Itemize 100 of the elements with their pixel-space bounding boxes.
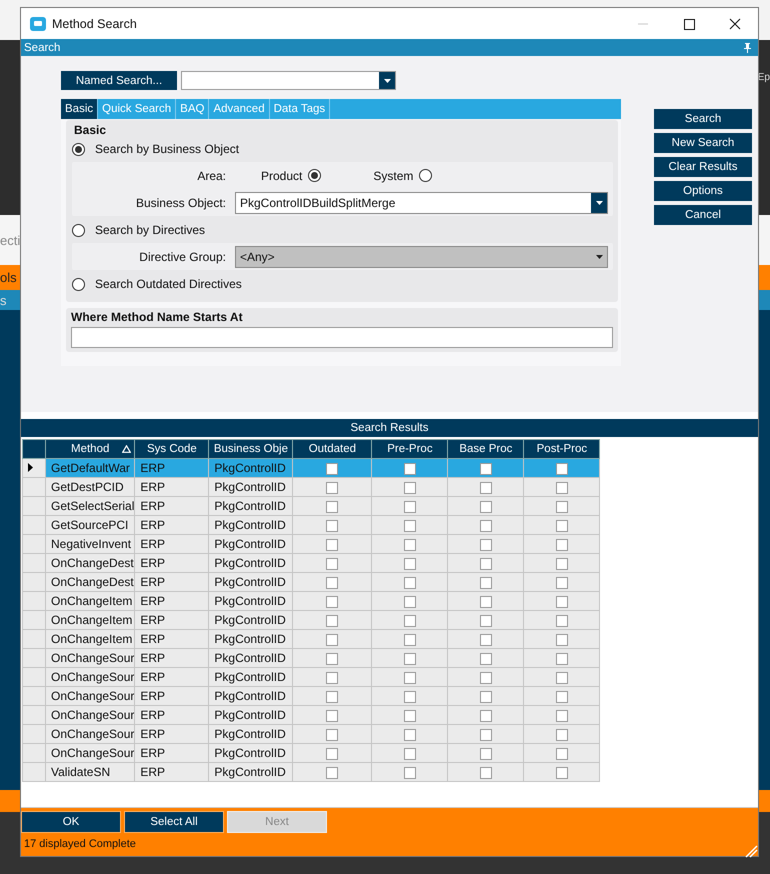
- table-row[interactable]: ValidateSN ERP PkgControlID: [22, 762, 600, 782]
- checkbox[interactable]: [404, 766, 416, 779]
- checkbox[interactable]: [480, 728, 492, 741]
- pin-icon[interactable]: [743, 42, 752, 52]
- checkbox[interactable]: [404, 672, 416, 684]
- checkbox[interactable]: [480, 652, 492, 665]
- action-button[interactable]: New Search: [654, 133, 752, 153]
- checkbox[interactable]: [480, 520, 492, 532]
- checkbox[interactable]: [326, 576, 338, 589]
- checkbox[interactable]: [556, 672, 568, 684]
- checkbox[interactable]: [556, 652, 568, 665]
- checkbox[interactable]: [480, 672, 492, 684]
- radio-button[interactable]: [72, 224, 85, 236]
- column-header[interactable]: Method: [46, 440, 135, 458]
- checkbox[interactable]: [556, 576, 568, 589]
- checkbox[interactable]: [404, 482, 416, 494]
- checkbox[interactable]: [480, 710, 492, 722]
- column-header[interactable]: Base Proc: [448, 440, 524, 458]
- table-row[interactable]: NegativeInvent ERP PkgControlID: [22, 534, 600, 554]
- resize-grip-icon[interactable]: [744, 844, 758, 858]
- checkbox[interactable]: [404, 634, 416, 646]
- table-row[interactable]: GetSourcePCI ERP PkgControlID: [22, 516, 600, 534]
- table-row[interactable]: GetDefaultWar ERP PkgControlID: [22, 458, 600, 478]
- checkbox[interactable]: [326, 596, 338, 608]
- table-row[interactable]: OnChangeItem ERP PkgControlID: [22, 592, 600, 610]
- table-row[interactable]: OnChangeSour ERP PkgControlID: [22, 744, 600, 762]
- checkbox[interactable]: [556, 520, 568, 532]
- table-row[interactable]: GetDestPCID ERP PkgControlID: [22, 478, 600, 496]
- checkbox[interactable]: [326, 652, 338, 665]
- checkbox[interactable]: [326, 558, 338, 570]
- action-button[interactable]: Clear Results: [654, 157, 752, 177]
- checkbox[interactable]: [556, 614, 568, 627]
- checkbox[interactable]: [404, 710, 416, 722]
- table-row[interactable]: GetSelectSerial ERP PkgControlID: [22, 496, 600, 516]
- checkbox[interactable]: [556, 766, 568, 779]
- checkbox[interactable]: [404, 748, 416, 760]
- action-button[interactable]: Options: [654, 181, 752, 201]
- method-name-field[interactable]: [71, 327, 613, 348]
- action-button[interactable]: Search: [654, 109, 752, 129]
- footer-button[interactable]: OK: [21, 811, 121, 833]
- table-row[interactable]: OnChangeSour ERP PkgControlID: [22, 706, 600, 724]
- checkbox[interactable]: [326, 690, 338, 703]
- named-search-button[interactable]: Named Search...: [61, 71, 177, 90]
- named-search-dropdown[interactable]: [181, 71, 396, 90]
- checkbox[interactable]: [404, 462, 416, 475]
- checkbox[interactable]: [480, 634, 492, 646]
- checkbox[interactable]: [556, 728, 568, 741]
- checkbox[interactable]: [480, 596, 492, 608]
- checkbox[interactable]: [556, 748, 568, 760]
- checkbox[interactable]: [404, 500, 416, 513]
- checkbox[interactable]: [556, 538, 568, 551]
- column-header[interactable]: Post-Proc: [524, 440, 600, 458]
- table-row[interactable]: OnChangeSour ERP PkgControlID: [22, 648, 600, 668]
- checkbox[interactable]: [556, 500, 568, 513]
- checkbox[interactable]: [404, 576, 416, 589]
- checkbox[interactable]: [556, 596, 568, 608]
- checkbox[interactable]: [404, 614, 416, 627]
- checkbox[interactable]: [404, 558, 416, 570]
- checkbox[interactable]: [326, 766, 338, 779]
- action-button[interactable]: Cancel: [654, 205, 752, 225]
- checkbox[interactable]: [404, 596, 416, 608]
- table-row[interactable]: OnChangeDest ERP PkgControlID: [22, 554, 600, 572]
- checkbox[interactable]: [326, 482, 338, 494]
- checkbox[interactable]: [480, 614, 492, 627]
- table-row[interactable]: OnChangeItem ERP PkgControlID: [22, 630, 600, 648]
- table-row[interactable]: OnChangeSour ERP PkgControlID: [22, 686, 600, 706]
- checkbox[interactable]: [404, 652, 416, 665]
- checkbox[interactable]: [326, 614, 338, 627]
- checkbox[interactable]: [556, 634, 568, 646]
- table-row[interactable]: OnChangeItem ERP PkgControlID: [22, 610, 600, 630]
- footer-button[interactable]: Select All: [124, 811, 224, 833]
- checkbox[interactable]: [556, 558, 568, 570]
- checkbox[interactable]: [326, 710, 338, 722]
- checkbox[interactable]: [480, 748, 492, 760]
- checkbox[interactable]: [326, 462, 338, 475]
- checkbox[interactable]: [480, 576, 492, 589]
- checkbox[interactable]: [556, 462, 568, 475]
- checkbox[interactable]: [326, 728, 338, 741]
- checkbox[interactable]: [480, 482, 492, 494]
- column-header[interactable]: Outdated: [292, 440, 372, 458]
- checkbox[interactable]: [556, 690, 568, 703]
- checkbox[interactable]: [326, 500, 338, 513]
- column-header[interactable]: Sys Code: [134, 440, 209, 458]
- checkbox[interactable]: [326, 748, 338, 760]
- checkbox[interactable]: [404, 538, 416, 551]
- checkbox[interactable]: [404, 690, 416, 703]
- checkbox[interactable]: [480, 500, 492, 513]
- checkbox[interactable]: [480, 538, 492, 551]
- table-row[interactable]: OnChangeSour ERP PkgControlID: [22, 668, 600, 686]
- tab[interactable]: Basic: [61, 99, 98, 119]
- checkbox[interactable]: [404, 520, 416, 532]
- radio-button[interactable]: [72, 278, 85, 290]
- checkbox[interactable]: [326, 634, 338, 646]
- radio-button[interactable]: [419, 169, 432, 182]
- radio-button[interactable]: [308, 169, 322, 182]
- checkbox[interactable]: [556, 482, 568, 494]
- checkbox[interactable]: [326, 672, 338, 684]
- checkbox[interactable]: [326, 538, 338, 551]
- checkbox[interactable]: [480, 690, 492, 703]
- checkbox[interactable]: [556, 710, 568, 722]
